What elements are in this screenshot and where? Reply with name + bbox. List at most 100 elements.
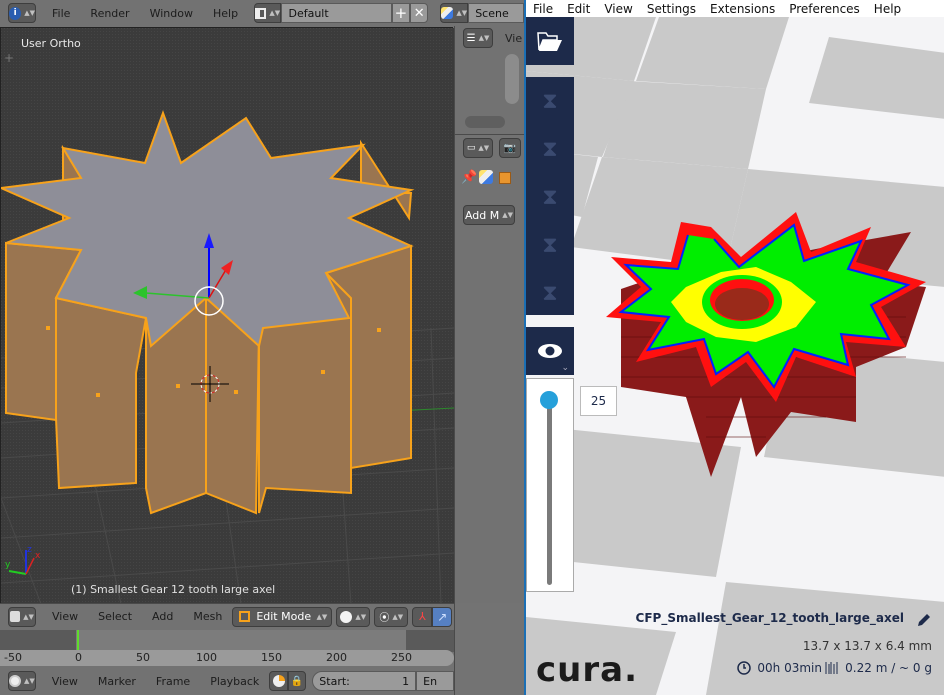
print-time: 00h 03min [737,661,822,675]
add-layout-button[interactable]: + [391,3,411,23]
menu-window[interactable]: Window [140,7,203,20]
layer-number-input[interactable]: 25 [580,386,617,416]
updown-icon: ▲▼ [478,144,490,152]
menu-extensions[interactable]: Extensions [703,2,782,16]
updown-icon: ▲▼ [456,9,468,17]
tick-label: 200 [326,651,347,664]
timeline-ruler[interactable]: -50 0 50 100 150 200 250 [0,650,454,666]
menu-edit[interactable]: Edit [560,2,597,16]
menu-preferences[interactable]: Preferences [782,2,867,16]
menu-view[interactable]: View [597,2,639,16]
blender-info-header: i ▲▼ File Render Window Help ▲▼ Default … [0,0,524,26]
delete-layout-button[interactable]: ✕ [410,3,429,23]
pivot-point-button[interactable]: ⦿ ▲▼ [374,606,409,627]
manipulator-icon: ⅄ [418,610,426,623]
3d-viewport[interactable]: z y x User Ortho (1) Smallest Gear 12 to… [0,27,454,604]
toolshelf-toggle-icon[interactable]: + [4,51,14,65]
end-frame-field[interactable]: En [416,671,454,691]
preview-range-button[interactable] [269,671,288,691]
layer-slider-track[interactable] [547,401,552,585]
outliner-scrollbar[interactable] [505,54,519,104]
axis-z-label: z [27,545,32,555]
viewport-canvas[interactable]: z y x [1,28,454,604]
pin-icon[interactable]: 📌 [461,170,477,185]
start-frame-field[interactable]: Start: 1 [312,671,417,691]
current-frame-indicator[interactable] [77,630,79,652]
eye-icon [538,344,562,358]
tick-label: 150 [261,651,282,664]
open-file-button[interactable] [526,17,574,65]
start-value: 1 [402,674,410,688]
edit-pencil-icon[interactable] [916,612,932,628]
cura-3d-viewport[interactable] [526,17,944,695]
per-model-settings-button[interactable]: ⧗ [526,269,574,317]
editor-type-info-button[interactable]: i ▲▼ [8,3,36,23]
scale-tool-button[interactable]: ⧗ [526,125,574,173]
rotate-tool-button[interactable]: ⧗ [526,173,574,221]
updown-icon: ▲▼ [478,34,490,42]
view-mode-button[interactable]: ⌄ [526,327,574,375]
scene-icon [441,7,454,19]
area-split-region [454,603,524,695]
properties-editor-button[interactable]: ▭ ▲▼ [463,138,493,158]
render-tab-button[interactable]: 📷 [499,138,521,158]
layer-slider-handle[interactable] [540,391,558,409]
view-label: User Ortho [21,37,81,50]
outliner-view-menu[interactable]: Vie [505,32,522,45]
updown-icon: ▲▼ [23,612,34,621]
add-modifier-button[interactable]: Add M ▲▼ [463,205,515,225]
editor-type-3dview-button[interactable]: ▲▼ [8,606,36,627]
mode-selector[interactable]: Edit Mode ▲▼ [232,606,333,627]
menu-add[interactable]: Add [142,610,183,623]
tool-panel: ⧗ ⧗ ⧗ ⧗ ⧗ [526,77,574,315]
menu-select[interactable]: Select [88,610,142,623]
rotate-icon: ⧗ [542,184,558,210]
properties-icon: ▭ [466,143,476,153]
scene-selector-button[interactable]: ▲▼ [440,3,469,23]
screen-layout-field[interactable]: Default [281,3,392,23]
outliner-icon: ☰ [466,32,476,44]
menu-frame[interactable]: Frame [146,675,200,688]
tick-label: 250 [391,651,412,664]
menu-playback[interactable]: Playback [200,675,269,688]
cube-icon [10,611,21,622]
job-name[interactable]: CFP_Smallest_Gear_12_tooth_large_axel [636,611,904,625]
updown-icon: ▲▼ [355,612,367,621]
scene-field[interactable]: Scene [468,3,524,23]
menu-view[interactable]: View [42,675,88,688]
print-time-value: 00h 03min [757,661,822,675]
cura-logo: cura. [536,650,638,690]
screen-layout-button[interactable]: ▲▼ [254,3,282,23]
tick-label: 100 [196,651,217,664]
editor-type-timeline-button[interactable]: ▲▼ [8,671,36,691]
menu-settings[interactable]: Settings [640,2,703,16]
updown-icon: ▲▼ [24,677,35,685]
lock-button[interactable]: 🔒 [287,671,307,691]
menu-render[interactable]: Render [80,7,139,20]
axis-y-label: y [5,560,11,570]
menu-help[interactable]: Help [203,7,248,20]
mirror-tool-button[interactable]: ⧗ [526,221,574,269]
menu-marker[interactable]: Marker [88,675,146,688]
start-label: Start: [319,674,350,688]
menu-file[interactable]: File [42,7,80,20]
timeline-area[interactable] [0,630,454,652]
menu-file[interactable]: File [526,2,560,16]
translate-manipulator-button[interactable]: ↗ [432,606,453,627]
outliner-editor-button[interactable]: ☰ ▲▼ [463,28,493,48]
viewport-shading-button[interactable]: ▲▼ [336,606,371,627]
close-icon: ✕ [413,5,425,21]
menu-help[interactable]: Help [867,2,908,16]
menu-view[interactable]: View [42,610,88,623]
menu-mesh[interactable]: Mesh [183,610,232,623]
properties-panel: ☰ ▲▼ Vie ▭ ▲▼ 📷 📌 Add M ▲▼ [454,26,524,603]
object-context-icon[interactable] [499,172,511,184]
updown-icon: ▲▼ [316,612,328,621]
outliner-hscrollbar[interactable] [465,116,505,128]
translate-tool-button[interactable]: ⧗ [526,77,574,125]
timeline-preroll [0,630,76,652]
clock-icon [9,675,21,687]
layer-slider-panel [526,378,574,592]
manipulator-toggle[interactable]: ⅄ [412,606,433,627]
scene-context-icon[interactable] [479,170,493,184]
